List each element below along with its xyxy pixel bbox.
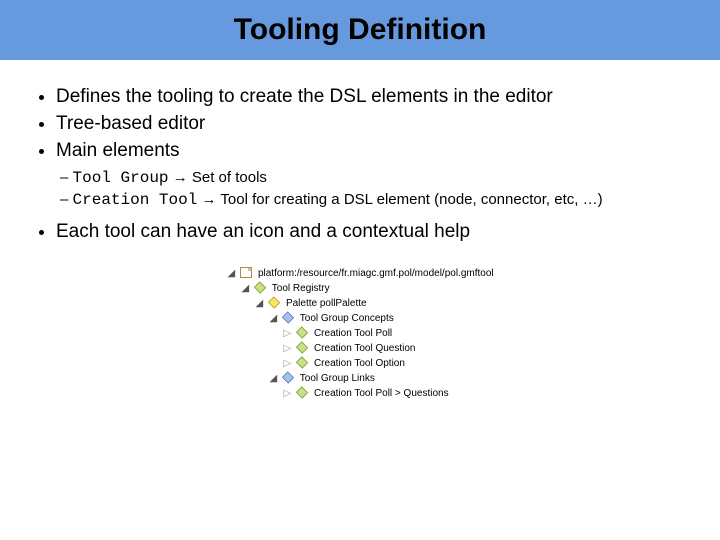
tree-root: ◢ platform:/resource/fr.miagc.gmf.pol/mo… [226,266,493,401]
slide-content: Defines the tooling to create the DSL el… [0,60,720,401]
sub-bullet-list: Tool Group → Set of tools Creation Tool … [30,168,690,210]
bullet-list: Defines the tooling to create the DSL el… [30,85,690,162]
sub-desc: Tool for creating a DSL element (node, c… [220,191,602,208]
tree-label: Creation Tool Question [314,343,416,354]
tree-node: ◢ Tool Group Links ▷ Creatio [268,371,493,401]
expand-icon: ◢ [268,371,278,386]
tree-leaf: ▷ Creation Tool Poll [282,326,493,341]
tree-leaf: ▷ Creation Tool Poll > Questions [282,386,493,401]
collapse-icon: ▷ [282,356,292,371]
slide-title: Tooling Definition [234,13,487,47]
arrow-icon: → [202,191,217,208]
tree-view-image: ◢ platform:/resource/fr.miagc.gmf.pol/mo… [30,266,690,401]
tree-label: Creation Tool Option [314,358,405,369]
collapse-icon: ▷ [282,341,292,356]
title-bar: Tooling Definition [0,0,720,60]
sub-bullet-item: Tool Group → Set of tools [60,168,690,188]
bullet-item: Defines the tooling to create the DSL el… [56,85,690,109]
collapse-icon: ▷ [282,326,292,341]
sub-desc: Set of tools [192,169,267,186]
tree-leaf: ▷ Creation Tool Option [282,356,493,371]
arrow-icon: → [173,169,188,186]
tree-node: ◢ Palette pollPalette ◢ Tool Group Conce… [254,296,493,401]
tree-label: Palette pollPalette [286,298,367,309]
diamond-icon [296,386,308,398]
diamond-icon [296,326,308,338]
diamond-icon [268,296,280,308]
diamond-icon [282,371,294,383]
collapse-icon: ▷ [282,386,292,401]
tree-label: platform:/resource/fr.miagc.gmf.pol/mode… [258,268,494,279]
expand-icon: ◢ [226,266,236,281]
tree-label: Tool Group Concepts [300,313,394,324]
expand-icon: ◢ [254,296,264,311]
sub-bullet-item: Creation Tool → Tool for creating a DSL … [60,190,690,210]
diamond-icon [254,281,266,293]
tree-label: Tool Group Links [300,373,375,384]
tree-label: Creation Tool Poll [314,328,392,339]
code-text: Tool Group [73,169,169,187]
tree-label: Tool Registry [272,283,330,294]
tree-node: ◢ Tool Group Concepts ▷ Crea [268,311,493,371]
code-text: Creation Tool [73,191,198,209]
diamond-icon [296,341,308,353]
file-icon [240,267,252,278]
bullet-item: Tree-based editor [56,112,690,136]
bullet-item: Each tool can have an icon and a context… [56,220,690,244]
bullet-item: Main elements [56,139,690,163]
tree-label: Creation Tool Poll > Questions [314,388,449,399]
tree-node: ◢ Tool Registry ◢ Palette pollPalette [240,281,493,401]
diamond-icon [296,356,308,368]
tree: ◢ platform:/resource/fr.miagc.gmf.pol/mo… [226,266,493,401]
tree-leaf: ▷ Creation Tool Question [282,341,493,356]
bullet-list: Each tool can have an icon and a context… [30,220,690,244]
expand-icon: ◢ [240,281,250,296]
expand-icon: ◢ [268,311,278,326]
diamond-icon [282,311,294,323]
